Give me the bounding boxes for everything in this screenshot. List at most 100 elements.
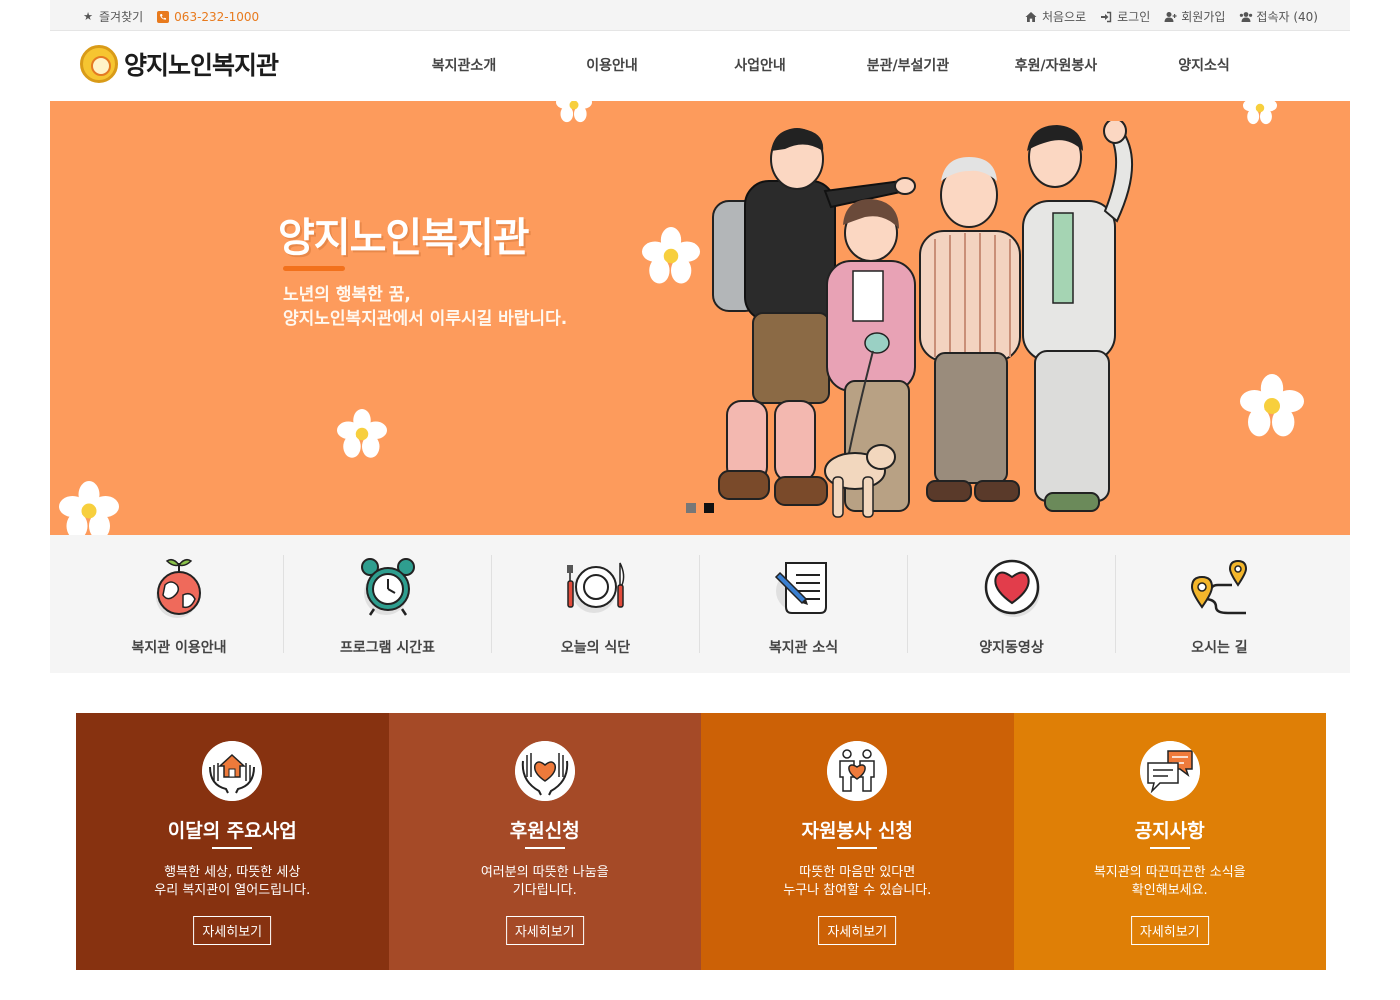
hero-title-underline [283,266,345,271]
quick-item-guide[interactable]: 복지관 이용안내 [75,555,283,656]
hands-heart-icon [514,741,575,801]
feature-title: 자원봉사 신청 [801,820,914,842]
quick-label-news: 복지관 소식 [768,640,839,656]
feature-divider [837,847,877,849]
feature-desc-line2: 기다립니다. [512,883,577,898]
flower-icon [642,227,700,284]
top-utility-bar: ★ 즐겨찾기 063-232-1000 처음으로 로그인 회원가입 접속자 (4… [50,0,1350,31]
feature-description: 행복한 세상, 따뜻한 세상 우리 복지관이 열어드립니다. [76,864,389,900]
plate-cutlery-icon [567,562,625,613]
feature-divider [1149,847,1190,849]
nav-programs[interactable]: 사업안내 [686,31,834,101]
quick-label-video: 양지동영상 [979,640,1044,656]
feature-notice: 공지사항 복지관의 따끈따끈한 소식을 확인해보세요. 자세히보기 [1013,713,1327,970]
home-label: 처음으로 [1041,10,1087,24]
main-navigation: 복지관소개 이용안내 사업안내 분관/부설기관 후원/자원봉사 양지소식 [390,31,1278,101]
heart-icon [984,559,1040,617]
slider-pagination [686,503,714,513]
feature-desc-line2: 우리 복지관이 열어드립니다. [154,883,311,898]
feature-divider [212,847,252,849]
nav-branches[interactable]: 분관/부설기관 [834,31,982,101]
quick-menu: 복지관 이용안내 프로그램 시간표 오늘의 식단 복지관 소식 양지동영상 오시… [50,535,1350,673]
visitors-counter: 접속자 (40) [1239,8,1318,25]
flower-icon [337,409,387,458]
feature-divider [524,847,565,849]
feature-desc-line2: 누구나 참여할 수 있습니다. [783,883,932,898]
phone-number: 063-232-1000 [174,9,260,24]
site-header: 양지노인복지관 복지관소개 이용안내 사업안내 분관/부설기관 후원/자원봉사 … [50,31,1350,101]
hero-subtitle-line1: 노년의 행복한 꿈, [283,285,411,305]
site-logo[interactable]: 양지노인복지관 [80,45,279,83]
nav-support[interactable]: 후원/자원봉사 [982,31,1130,101]
feature-desc-line1: 복지관의 따끈따끈한 소식을 [1093,865,1246,880]
join-label: 회원가입 [1181,10,1226,24]
star-icon: ★ [83,9,93,23]
bookmark-label: 즐겨찾기 [99,10,144,24]
home-link[interactable]: 처음으로 [1025,8,1086,25]
newspaper-pen-icon [774,562,827,614]
sign-in-icon [1100,11,1112,23]
feature-title: 후원신청 [509,820,580,842]
feature-title: 이달의 주요사업 [167,820,297,842]
bookmark-link[interactable]: ★ 즐겨찾기 [82,8,143,25]
flower-icon [1240,374,1304,437]
quick-label-schedule: 프로그램 시간표 [339,640,436,656]
user-plus-icon [1164,11,1177,23]
login-label: 로그인 [1117,10,1151,24]
feature-more-button[interactable]: 자세히보기 [1130,916,1209,945]
hero-banner: 양지노인복지관 노년의 행복한 꿈, 양지노인복지관에서 이루시길 바랍니다. [50,101,1350,535]
feature-description: 복지관의 따끈따끈한 소식을 확인해보세요. [1014,864,1327,900]
feature-more-button[interactable]: 자세히보기 [193,916,272,945]
speech-bubbles-icon [1139,741,1200,801]
feature-desc-line1: 따뜻한 마음만 있다면 [799,865,916,880]
flower-icon [556,101,592,123]
utility-left: ★ 즐겨찾기 063-232-1000 [82,8,259,25]
quick-item-directions[interactable]: 오시는 길 [1115,555,1323,656]
feature-description: 여러분의 따뜻한 나눔을 기다립니다. [389,864,702,900]
feature-desc-line2: 확인해보세요. [1131,883,1208,898]
quick-item-video[interactable]: 양지동영상 [907,555,1115,656]
quick-label-guide: 복지관 이용안내 [131,640,227,656]
nav-guide[interactable]: 이용안내 [538,31,686,101]
hero-subtitle: 노년의 행복한 꿈, 양지노인복지관에서 이루시길 바랍니다. [283,283,567,331]
hands-house-icon [202,741,262,801]
hero-title: 양지노인복지관 [278,215,530,261]
quick-item-news[interactable]: 복지관 소식 [699,555,907,656]
logo-text: 양지노인복지관 [124,51,279,80]
login-link[interactable]: 로그인 [1100,8,1150,25]
alarm-clock-icon [361,558,415,616]
quick-label-directions: 오시는 길 [1191,640,1248,656]
phone-link[interactable]: 063-232-1000 [157,10,259,24]
quick-item-schedule[interactable]: 프로그램 시간표 [283,555,491,656]
flower-icon [1243,101,1277,125]
feature-volunteer: 자원봉사 신청 따뜻한 마음만 있다면 누구나 참여할 수 있습니다. 자세히보… [701,713,1014,970]
feature-more-button[interactable]: 자세히보기 [818,916,897,945]
utility-right: 처음으로 로그인 회원가입 접속자 (40) [1025,8,1318,25]
users-icon [1239,11,1253,23]
slide-dot-2[interactable] [704,503,714,513]
feature-more-button[interactable]: 자세히보기 [505,916,584,945]
feature-desc-line1: 행복한 세상, 따뜻한 세상 [164,865,301,880]
home-icon [1025,11,1037,23]
feature-desc-line1: 여러분의 따뜻한 나눔을 [480,865,609,880]
flower-icon [59,481,119,535]
feature-donation: 후원신청 여러분의 따뜻한 나눔을 기다립니다. 자세히보기 [388,713,702,970]
quick-item-menu[interactable]: 오늘의 식단 [491,555,699,656]
visitors-label: 접속자 (40) [1256,10,1318,24]
globe-sprout-icon [156,558,201,618]
join-link[interactable]: 회원가입 [1164,8,1225,25]
slide-dot-1[interactable] [686,503,696,513]
phone-icon [157,10,170,23]
hero-subtitle-line2: 양지노인복지관에서 이루시길 바랍니다. [283,309,568,329]
nav-about[interactable]: 복지관소개 [390,31,538,101]
family-illustration [712,121,1134,518]
nav-news[interactable]: 양지소식 [1130,31,1278,101]
feature-boxes: 이달의 주요사업 행복한 세상, 따뜻한 세상 우리 복지관이 열어드립니다. … [76,713,1326,970]
feature-main-projects: 이달의 주요사업 행복한 세상, 따뜻한 세상 우리 복지관이 열어드립니다. … [76,713,389,970]
route-pin-icon [1190,559,1248,615]
feature-description: 따뜻한 마음만 있다면 누구나 참여할 수 있습니다. [701,864,1014,900]
logo-emblem-icon [80,45,118,83]
quick-label-menu: 오늘의 식단 [560,640,631,656]
volunteers-heart-icon [827,741,887,801]
feature-title: 공지사항 [1134,820,1205,842]
